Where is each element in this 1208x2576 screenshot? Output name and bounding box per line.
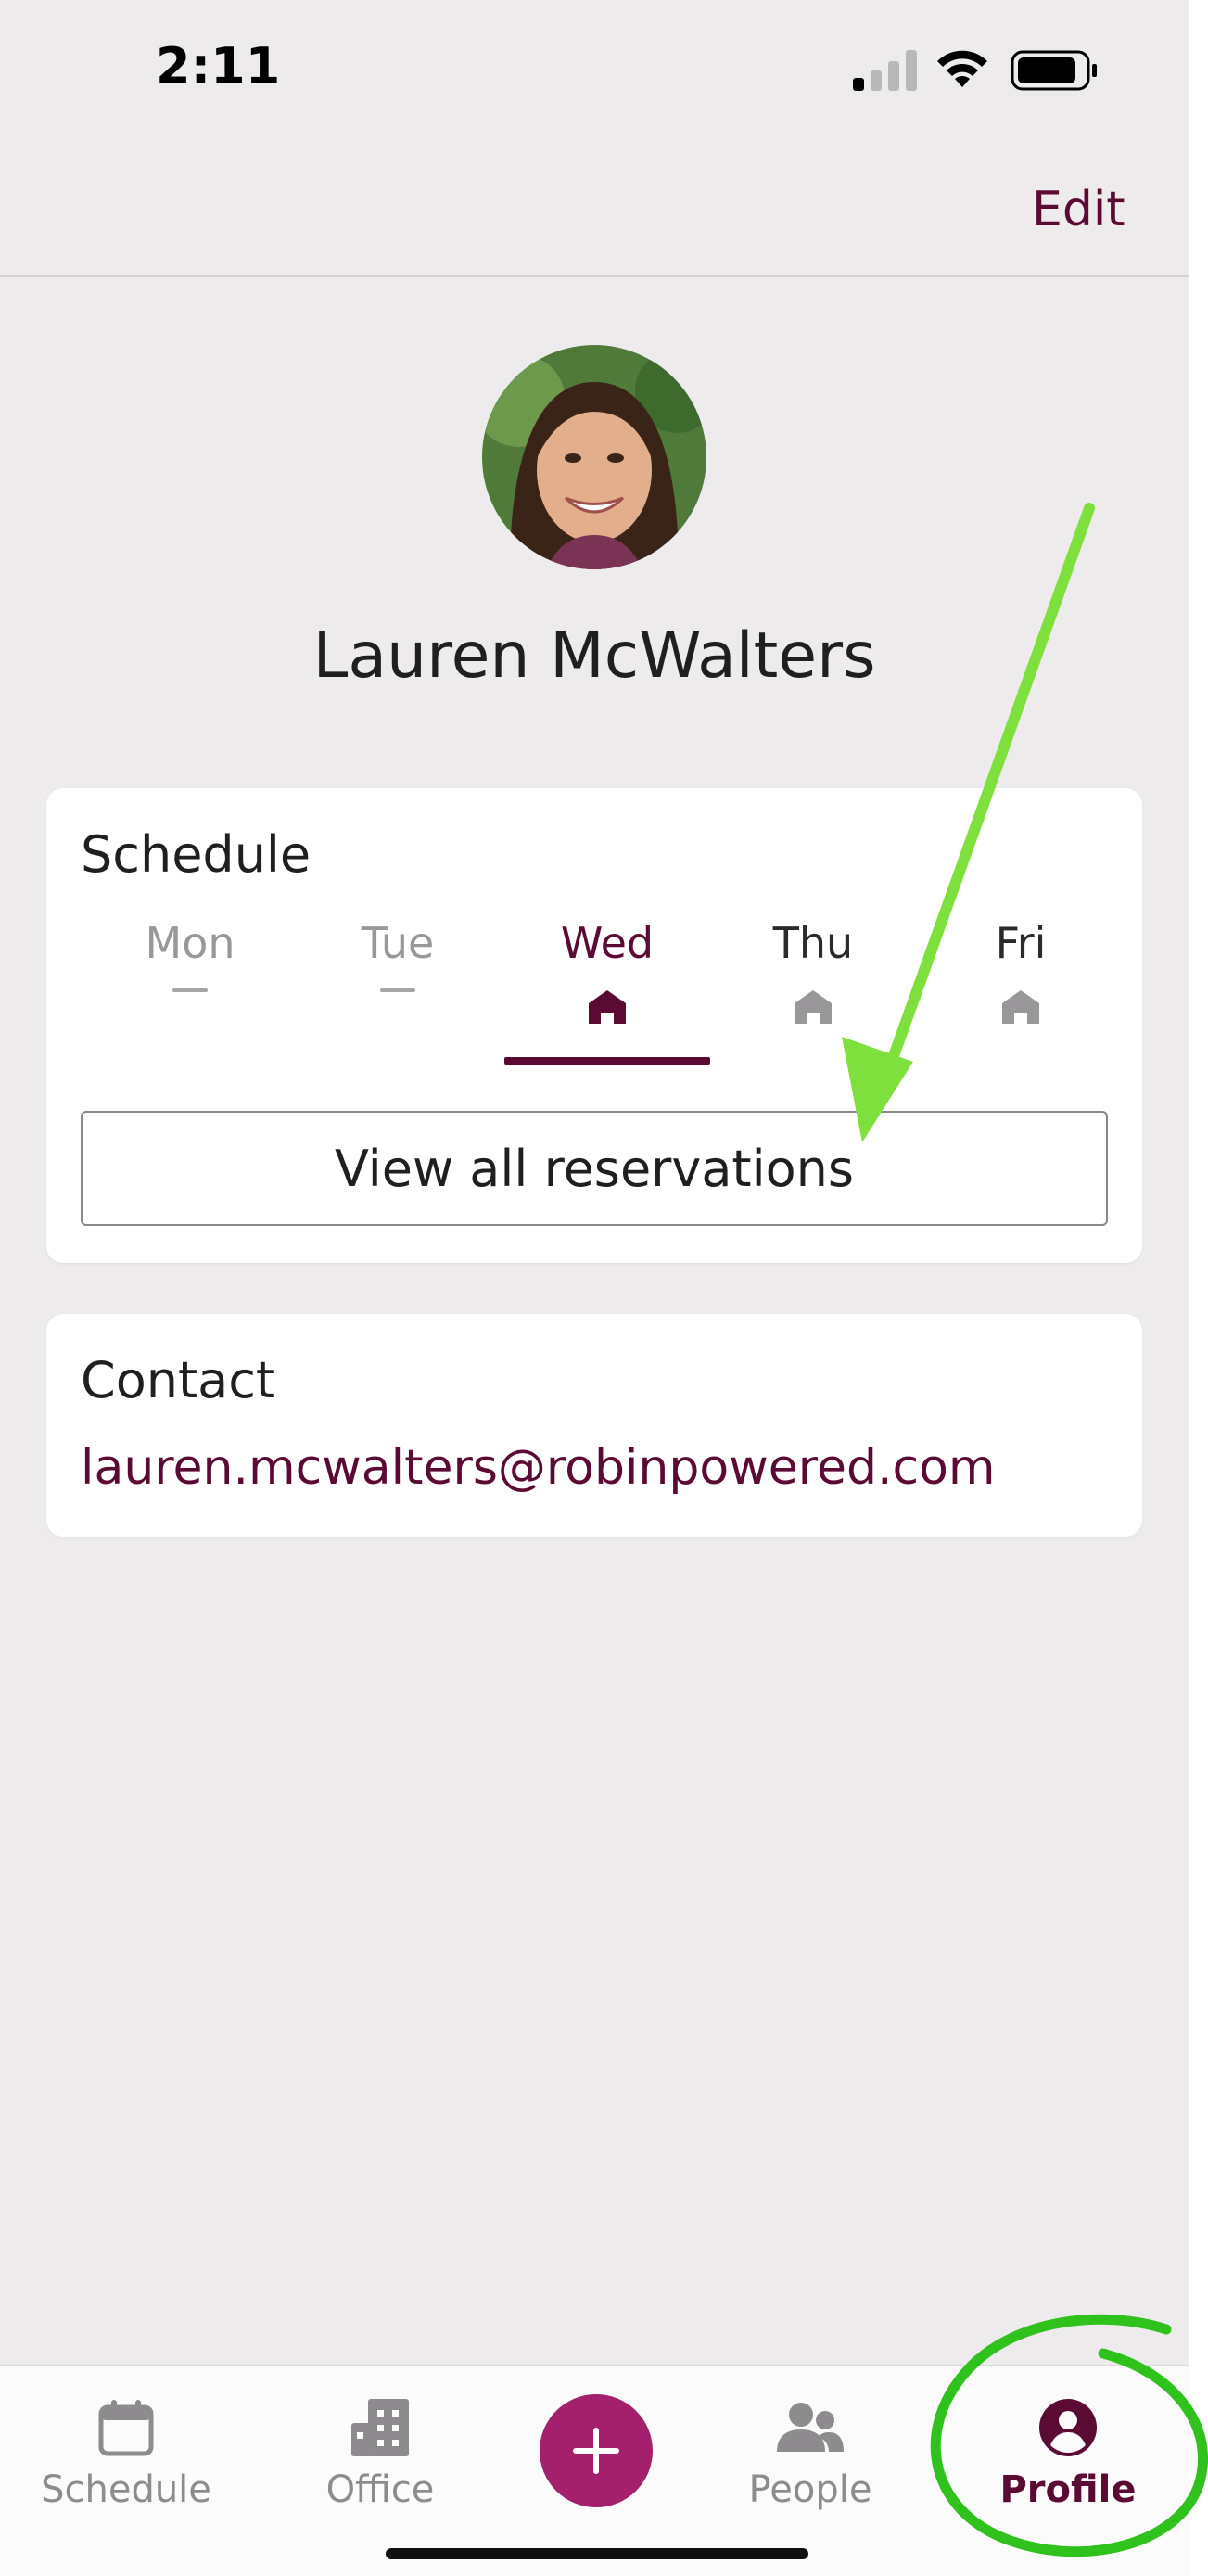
day-label: Thu	[772, 918, 854, 968]
app-screen: 2:11 Edit Lauren McWalters Schedule Mon …	[0, 0, 1189, 2576]
schedule-title: Schedule	[81, 825, 312, 884]
signal-icon	[853, 50, 917, 91]
home-icon	[795, 990, 832, 1024]
no-reservation-dash	[172, 988, 208, 992]
person-circle-icon	[1039, 2399, 1097, 2456]
tab-office[interactable]: Office	[269, 2394, 491, 2511]
tab-bar: Schedule Office People Profile	[0, 2365, 1189, 2576]
contact-title: Contact	[81, 1351, 276, 1409]
home-icon	[589, 990, 626, 1024]
tab-label: Schedule	[41, 2468, 211, 2511]
battery-icon	[1011, 50, 1097, 91]
people-icon	[777, 2403, 844, 2452]
schedule-card: Schedule Mon Tue Wed Thu Fri View all re…	[46, 788, 1142, 1263]
add-reservation-button[interactable]	[540, 2394, 653, 2507]
home-icon	[1002, 990, 1039, 1024]
contact-email-link[interactable]: lauren.mcwalters@robinpowered.com	[81, 1440, 996, 1496]
day-label: Wed	[560, 918, 655, 968]
day-wed[interactable]: Wed	[504, 918, 710, 1026]
avatar	[482, 345, 706, 569]
edit-button[interactable]: Edit	[1032, 182, 1125, 237]
user-name: Lauren McWalters	[312, 619, 876, 693]
selected-day-underline	[504, 1057, 710, 1065]
tab-label: Profile	[999, 2468, 1137, 2511]
no-reservation-dash	[380, 988, 415, 992]
day-fri[interactable]: Fri	[918, 918, 1124, 1026]
tab-profile[interactable]: Profile	[957, 2394, 1179, 2511]
day-tue[interactable]: Tue	[295, 918, 501, 1026]
header-divider	[0, 275, 1189, 277]
screen-edge	[1189, 0, 1208, 2576]
view-all-reservations-button[interactable]: View all reservations	[81, 1111, 1108, 1226]
wifi-icon	[937, 50, 987, 87]
calendar-icon	[98, 2400, 154, 2456]
tab-schedule[interactable]: Schedule	[15, 2394, 237, 2511]
tab-label: Office	[325, 2468, 435, 2511]
home-indicator	[386, 2548, 808, 2559]
status-time: 2:11	[156, 37, 281, 96]
tab-label: People	[748, 2468, 872, 2511]
day-thu[interactable]: Thu	[710, 918, 916, 1026]
day-mon[interactable]: Mon	[87, 918, 293, 1026]
day-label: Tue	[361, 918, 435, 968]
day-label: Mon	[145, 918, 235, 968]
tab-people[interactable]: People	[699, 2394, 922, 2511]
day-label: Fri	[995, 918, 1047, 968]
building-icon	[351, 2399, 409, 2456]
contact-card: Contact lauren.mcwalters@robinpowered.co…	[46, 1314, 1142, 1537]
plus-icon	[573, 2428, 619, 2474]
